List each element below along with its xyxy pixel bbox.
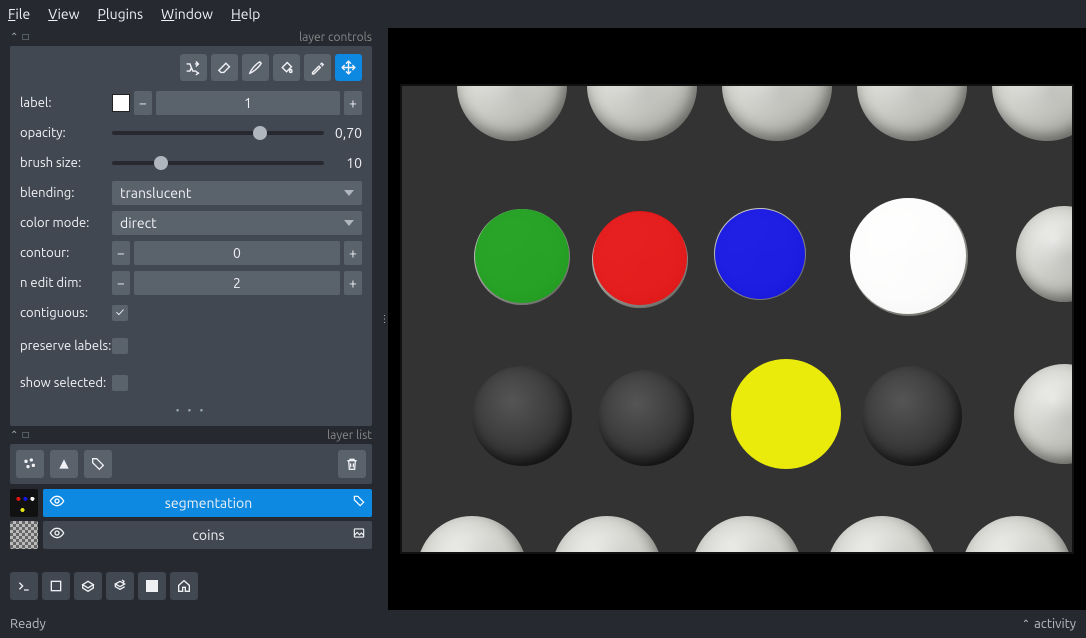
new-points-button[interactable] [16, 450, 44, 478]
neditdim-value[interactable]: 2 [134, 271, 340, 295]
neditdim-label: n edit dim: [20, 276, 112, 290]
segment [850, 198, 966, 314]
label-label: label: [20, 96, 112, 110]
console-button[interactable] [10, 572, 38, 600]
more-dots-icon[interactable]: • • • [20, 403, 362, 418]
canvas-area[interactable] [388, 28, 1086, 610]
shuffle-button[interactable] [180, 54, 207, 81]
paint-brush-button[interactable] [242, 54, 269, 81]
collapse-icon[interactable]: ⌃ □ [10, 429, 30, 441]
pan-zoom-button[interactable] [335, 54, 362, 81]
roll-dims-button[interactable] [74, 572, 102, 600]
menu-bar: File View Plugins Window Help [0, 0, 1086, 28]
layer-name: coins [71, 527, 346, 543]
neditdim-decrement[interactable]: − [112, 271, 130, 295]
opacity-value: 0,70 [328, 125, 362, 141]
labels-type-icon [352, 494, 366, 511]
contour-label: contour: [20, 246, 112, 260]
layer-list: segmentation coins [10, 488, 372, 552]
showsel-label: show selected: [20, 376, 112, 390]
opacity-label: opacity: [20, 126, 112, 140]
chevron-down-icon [344, 190, 354, 196]
colormode-label: color mode: [20, 216, 112, 230]
left-dock: ⌃ □ layer controls label: − 1 + [0, 28, 382, 610]
contiguous-label: contiguous: [20, 306, 112, 320]
viewer-buttons [0, 562, 382, 610]
layer-controls-title: layer controls [299, 31, 372, 44]
layer-row[interactable]: segmentation [10, 488, 372, 517]
contiguous-checkbox[interactable] [112, 305, 128, 321]
preserve-label: preserve labels: [20, 339, 112, 353]
colormode-select[interactable]: direct [112, 211, 362, 235]
contour-increment[interactable]: + [344, 241, 362, 265]
opacity-slider[interactable] [112, 131, 324, 135]
status-text: Ready [10, 617, 46, 631]
blending-label: blending: [20, 186, 112, 200]
delete-layer-button[interactable] [338, 450, 366, 478]
showsel-checkbox[interactable] [112, 375, 128, 391]
segment [731, 359, 841, 469]
new-labels-button[interactable] [84, 450, 112, 478]
label-increment[interactable]: + [344, 91, 362, 115]
layer-body[interactable]: coins [43, 521, 372, 549]
contour-value[interactable]: 0 [134, 241, 340, 265]
grid-button[interactable] [138, 572, 166, 600]
blending-select[interactable]: translucent [112, 181, 362, 205]
label-color-swatch[interactable] [112, 94, 130, 112]
contour-decrement[interactable]: − [112, 241, 130, 265]
layer-row[interactable]: coins [10, 520, 372, 549]
color-picker-button[interactable] [304, 54, 331, 81]
layer-body[interactable]: segmentation [43, 489, 372, 517]
tool-row [20, 54, 362, 81]
visibility-icon[interactable] [49, 525, 65, 544]
segment [715, 209, 805, 299]
segment [593, 211, 687, 305]
layer-controls-panel: label: − 1 + opacity: 0,70 brush size: [10, 46, 372, 426]
canvas[interactable] [400, 84, 1074, 554]
activity-chevron-icon[interactable]: ⌃ [1022, 618, 1030, 630]
activity-text[interactable]: activity [1034, 617, 1076, 631]
layer-thumbnail [10, 489, 38, 517]
segment [475, 209, 569, 303]
visibility-icon[interactable] [49, 493, 65, 512]
layer-thumbnail [10, 521, 38, 549]
brush-value: 10 [328, 155, 362, 171]
layer-list-toolbar [10, 444, 372, 484]
layer-list-title: layer list [327, 429, 372, 442]
new-shapes-button[interactable] [50, 450, 78, 478]
chevron-down-icon [344, 220, 354, 226]
image-type-icon [352, 526, 366, 543]
layer-name: segmentation [71, 495, 346, 511]
menu-file[interactable]: File [8, 6, 30, 22]
preserve-checkbox[interactable] [112, 338, 128, 354]
eraser-button[interactable] [211, 54, 238, 81]
brush-slider[interactable] [112, 161, 324, 165]
ndisplay-button[interactable] [42, 572, 70, 600]
menu-window[interactable]: Window [161, 6, 213, 22]
collapse-icon[interactable]: ⌃ □ [10, 31, 30, 43]
layer-list-strip: ⌃ □ layer list [0, 426, 382, 444]
status-bar: Ready ⌃ activity [0, 610, 1086, 638]
label-value[interactable]: 1 [156, 91, 340, 115]
layer-controls-strip: ⌃ □ layer controls [0, 28, 382, 46]
menu-view[interactable]: View [48, 6, 79, 22]
transpose-button[interactable] [106, 572, 134, 600]
brush-label: brush size: [20, 156, 112, 170]
menu-plugins[interactable]: Plugins [98, 6, 144, 22]
neditdim-increment[interactable]: + [344, 271, 362, 295]
menu-help[interactable]: Help [231, 6, 260, 22]
label-decrement[interactable]: − [134, 91, 152, 115]
home-button[interactable] [170, 572, 198, 600]
paint-bucket-button[interactable] [273, 54, 300, 81]
